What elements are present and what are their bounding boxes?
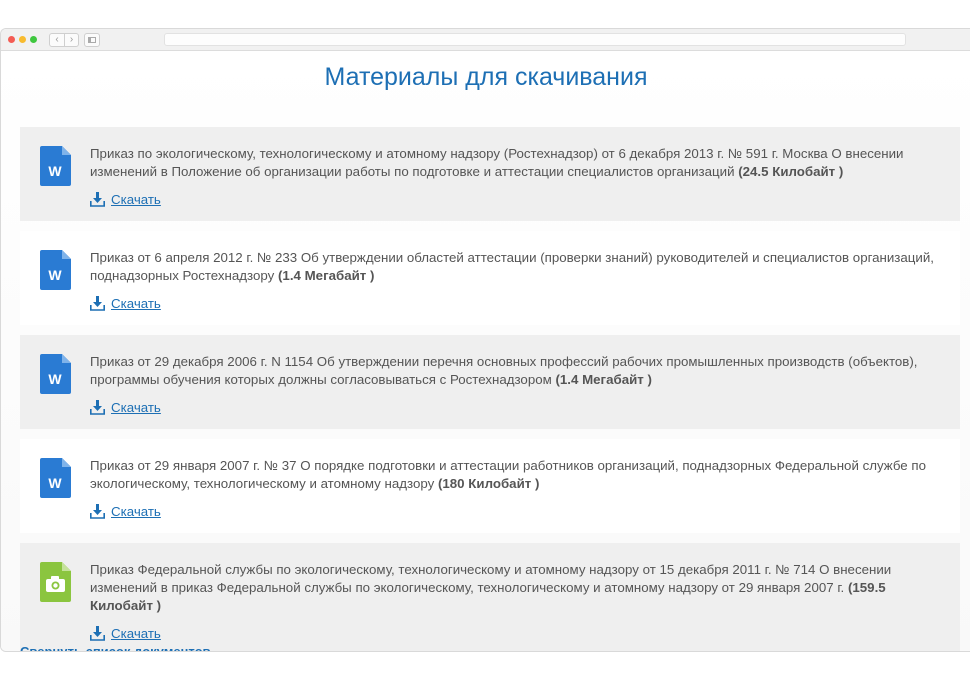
file-size: (24.5 Килобайт ): [738, 164, 844, 179]
forward-icon[interactable]: ›: [64, 33, 78, 46]
history-nav: ‹ ›: [49, 32, 79, 47]
close-window-button[interactable]: [8, 36, 15, 43]
document-description: Приказ Федеральной службы по экологическ…: [90, 561, 946, 615]
download-icon[interactable]: [90, 503, 105, 519]
download-icon[interactable]: [90, 295, 105, 311]
browser-toolbar: ‹ ›: [1, 29, 970, 51]
download-row: Скачать: [90, 399, 946, 415]
download-link[interactable]: Скачать: [111, 192, 161, 207]
file-size: (1.4 Мегабайт ): [278, 268, 375, 283]
document-item: W Приказ по экологическому, технологичес…: [20, 127, 960, 221]
document-description: Приказ от 29 декабря 2006 г. N 1154 Об у…: [90, 353, 946, 389]
page-title: Материалы для скачивания: [324, 63, 648, 91]
word-document-icon: W: [40, 250, 71, 290]
download-link[interactable]: Скачать: [111, 400, 161, 415]
page-content: Материалы для скачивания W Приказ по эко…: [1, 51, 970, 651]
download-link[interactable]: Скачать: [111, 504, 161, 519]
word-icon-letter: W: [48, 163, 62, 179]
document-item: W Приказ от 29 декабря 2006 г. N 1154 Об…: [20, 335, 960, 429]
document-item: Приказ Федеральной службы по экологическ…: [20, 543, 960, 651]
back-icon[interactable]: ‹: [50, 34, 64, 46]
maximize-window-button[interactable]: [30, 36, 37, 43]
word-document-icon: W: [40, 354, 71, 394]
file-size: (180 Килобайт ): [437, 476, 540, 491]
download-icon[interactable]: [90, 625, 105, 641]
word-document-icon: W: [40, 458, 71, 498]
minimize-window-button[interactable]: [19, 36, 26, 43]
download-icon[interactable]: [90, 399, 105, 415]
download-row: Скачать: [90, 191, 946, 207]
document-title: Приказ от 6 апреля 2012 г. № 233 Об утве…: [90, 250, 934, 283]
sidebar-toggle-icon[interactable]: [84, 32, 100, 47]
document-description: Приказ от 29 января 2007 г. № 37 О поряд…: [90, 457, 946, 493]
document-item: W Приказ от 29 января 2007 г. № 37 О пор…: [20, 439, 960, 533]
image-document-icon: [40, 562, 71, 602]
download-row: Скачать: [90, 295, 946, 311]
download-link[interactable]: Скачать: [111, 626, 161, 641]
word-icon-letter: W: [48, 475, 62, 491]
file-size: (1.4 Мегабайт ): [555, 372, 652, 387]
document-description: Приказ по экологическому, технологическо…: [90, 145, 946, 181]
document-title: Приказ от 29 декабря 2006 г. N 1154 Об у…: [90, 354, 918, 387]
address-bar[interactable]: [164, 33, 906, 46]
download-icon[interactable]: [90, 191, 105, 207]
document-list: W Приказ по экологическому, технологичес…: [20, 127, 960, 651]
collapse-documents-link[interactable]: Свернуть список документов: [20, 644, 211, 651]
word-icon-letter: W: [48, 267, 62, 283]
download-link[interactable]: Скачать: [111, 296, 161, 311]
download-row: Скачать: [90, 503, 946, 519]
document-item: W Приказ от 6 апреля 2012 г. № 233 Об ут…: [20, 231, 960, 325]
document-title: Приказ Федеральной службы по экологическ…: [90, 562, 892, 595]
browser-window: ‹ › Материалы для скачивания W Приказ по…: [0, 28, 970, 652]
word-icon-letter: W: [48, 371, 62, 387]
word-document-icon: W: [40, 146, 71, 186]
download-row: Скачать: [90, 625, 946, 641]
document-description: Приказ от 6 апреля 2012 г. № 233 Об утве…: [90, 249, 946, 285]
